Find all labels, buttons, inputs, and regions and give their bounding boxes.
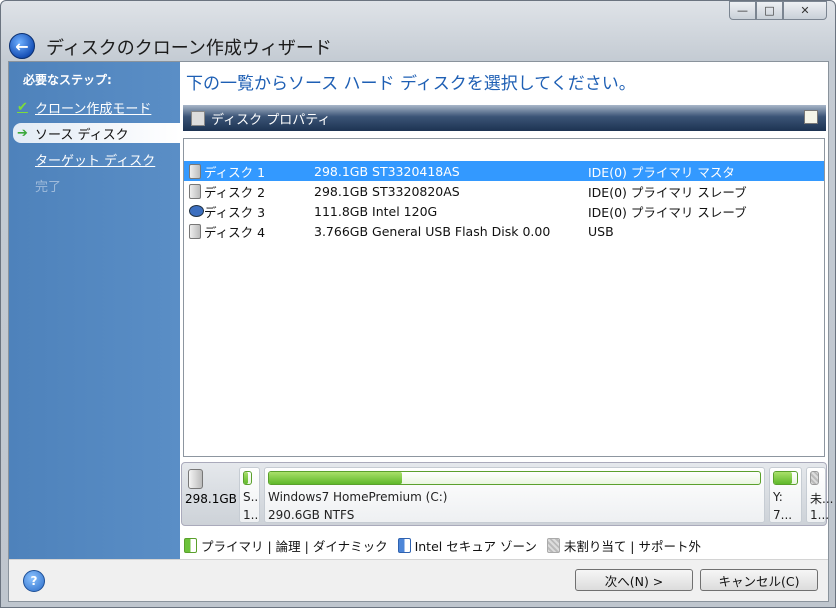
disk-interface: IDE(0) プライマリ スレーブ [588, 184, 747, 200]
disk-size: 111.8GB Intel 120G [314, 203, 438, 219]
button-bar: ? 次へ(N) > キャンセル(C) [9, 559, 828, 601]
arrow-right-icon: ➔ [17, 125, 28, 141]
disk-name: ディスク 2 [204, 184, 266, 200]
primary-swatch-icon [184, 538, 197, 553]
disk-interface: USB [588, 223, 614, 239]
partition-label: Y: [773, 490, 783, 504]
step-source-disk[interactable]: ➔ ソース ディスク [13, 123, 180, 143]
step-label: 完了 [35, 179, 62, 195]
disk-interface: IDE(0) プライマリ スレーブ [588, 204, 747, 220]
partition-size: 1... [810, 508, 830, 522]
properties-edit-icon[interactable] [804, 110, 818, 124]
hdd-icon [189, 183, 201, 199]
hdd-icon [189, 223, 201, 239]
cancel-button[interactable]: キャンセル(C) [700, 569, 818, 591]
disk-list: ディスク 1 298.1GB ST3320418AS IDE(0) プライマリ マス… [183, 138, 825, 457]
disk-name: ディスク 4 [204, 224, 266, 240]
hdd-icon [188, 469, 203, 489]
disk-size: 298.1GB ST3320820AS [314, 183, 460, 199]
partition-y[interactable]: Y: 7... [769, 467, 802, 523]
disk-properties-icon [191, 110, 205, 126]
next-button[interactable]: 次へ(N) > [575, 569, 693, 591]
step-label: ソース ディスク [35, 127, 129, 143]
wizard-client: 必要なステップ: ✔ クローン作成モード ➔ ソース ディスク ターゲット ディスク… [8, 61, 833, 602]
window-frame: — □ ✕ ← ディスクのクローン作成ウィザード 必要なステップ: ✔ クローン作… [0, 0, 836, 608]
step-clone-mode[interactable]: ✔ クローン作成モード [13, 97, 180, 117]
legend-unallocated: 未割り当て | サポート外 [563, 539, 701, 554]
partition-legend: プライマリ | 論理 | ダイナミック Intel セキュア ゾーン 未割り当て… [184, 536, 701, 555]
main-panel: 下の一覧からソース ハード ディスクを選択してください。 ディスク プロパティ … [180, 62, 833, 559]
back-arrow-icon[interactable]: ← [9, 33, 35, 59]
partition-size: 7... [773, 508, 793, 522]
disk-size: 3.766GB General USB Flash Disk 0.00 [314, 223, 551, 239]
disk-interface: IDE(0) プライマリ マスタ [588, 164, 735, 180]
legend-primary: プライマリ | 論理 | ダイナミック [201, 539, 388, 554]
intel-ssd-icon [189, 205, 204, 217]
step-label: クローン作成モード [35, 101, 152, 117]
partition-size: 290.6GB NTFS [268, 508, 355, 522]
disk-properties-label: ディスク プロパティ [211, 112, 331, 128]
help-icon[interactable]: ? [23, 570, 45, 592]
check-icon: ✔ [17, 99, 28, 115]
disk-row[interactable]: ディスク 3 111.8GB Intel 120G IDE(0) プライマリ スレー… [184, 201, 824, 221]
partition-size: 1... [243, 508, 259, 522]
partition-map: 298.1GB S... 1... Windows7 HomePremium (C… [181, 462, 833, 526]
disk-row[interactable]: ディスク 4 3.766GB General USB Flash Disk 0.0… [184, 221, 824, 241]
window-controls: — □ ✕ [729, 1, 827, 20]
page-heading: 下の一覧からソース ハード ディスクを選択してください。 [186, 74, 636, 94]
disk-row[interactable]: ディスク 1 298.1GB ST3320418AS IDE(0) プライマリ マス… [184, 161, 824, 181]
step-label: ターゲット ディスク [35, 153, 156, 169]
steps-sidebar: 必要なステップ: ✔ クローン作成モード ➔ ソース ディスク ターゲット ディスク… [9, 62, 180, 559]
partition-unallocated[interactable]: 未... 1... [806, 467, 833, 523]
partition-label: S... [243, 490, 259, 504]
step-finish: 完了 [13, 175, 180, 195]
disk-name: ディスク 1 [204, 164, 266, 180]
partition-system[interactable]: S... 1... [239, 467, 260, 523]
hdd-icon [189, 163, 201, 179]
disk-size: 298.1GB ST3320418AS [314, 163, 460, 179]
close-button[interactable]: ✕ [783, 1, 827, 20]
partition-c[interactable]: Windows7 HomePremium (C:) 290.6GB NTFS [264, 467, 765, 523]
partition-label: Windows7 HomePremium (C:) [268, 490, 448, 504]
legend-intel: Intel セキュア ゾーン [414, 539, 537, 554]
intel-swatch-icon [397, 538, 411, 553]
partition-label: 未... [810, 492, 834, 506]
step-target-disk[interactable]: ターゲット ディスク [13, 149, 180, 169]
disk-row[interactable]: ディスク 2 298.1GB ST3320820AS IDE(0) プライマリ スレ… [184, 181, 824, 201]
unallocated-swatch-icon [546, 538, 560, 553]
maximize-button[interactable]: □ [756, 1, 783, 20]
window-title: ディスクのクローン作成ウィザード [46, 38, 332, 59]
steps-header: 必要なステップ: [23, 73, 112, 87]
disk-size-label: 298.1GB [185, 492, 237, 506]
disk-properties-bar[interactable]: ディスク プロパティ [183, 105, 826, 131]
disk-name: ディスク 3 [204, 204, 266, 220]
minimize-button[interactable]: — [729, 1, 756, 20]
